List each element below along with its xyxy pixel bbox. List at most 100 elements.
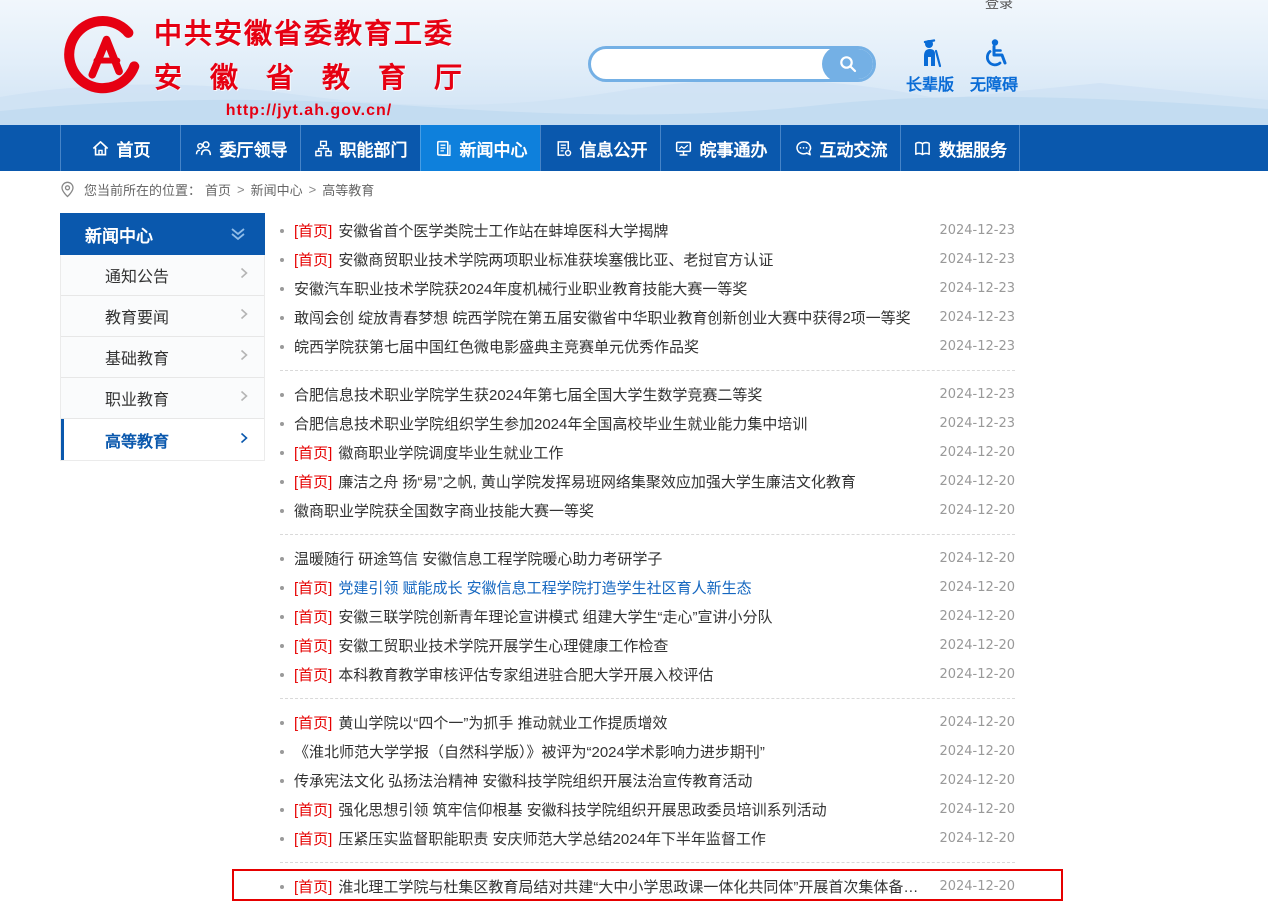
sidebar-item-5[interactable]: 高等教育 — [61, 419, 264, 460]
news-title-link[interactable]: 强化思想引领 筑牢信仰根基 安徽科技学院组织开展思政委员培训系列活动 — [338, 799, 826, 820]
homepage-tag: [首页] — [294, 442, 332, 463]
site-logo[interactable]: 中共安徽省委教育工委 安徽省教育厅 http://jyt.ah.gov.cn/ — [62, 12, 464, 120]
news-title-link[interactable]: 安徽商贸职业技术学院两项职业标准获埃塞俄比亚、老挝官方认证 — [338, 249, 773, 270]
homepage-tag: [首页] — [294, 876, 332, 897]
nav-item-6[interactable]: 皖事通办 — [660, 125, 780, 171]
nav-item-4[interactable]: 新闻中心 — [420, 125, 540, 171]
news-date: 2024-12-20 — [921, 879, 1015, 894]
news-row[interactable]: [首页]安徽省首个医学类院士工作站在蚌埠医科大学揭牌2024-12-23 — [280, 216, 1015, 245]
news-title-link[interactable]: 徽商职业学院获全国数字商业技能大赛一等奖 — [294, 500, 594, 521]
nav-item-2[interactable]: 委厅领导 — [180, 125, 300, 171]
news-date: 2024-12-23 — [921, 223, 1015, 238]
chevron-right-icon — [240, 389, 248, 407]
news-row[interactable]: 敢闯会创 绽放青春梦想 皖西学院在第五届安徽省中华职业教育创新创业大赛中获得2项… — [280, 303, 1015, 332]
news-date: 2024-12-23 — [921, 252, 1015, 267]
news-title-link[interactable]: 淮北理工学院与杜集区教育局结对共建“大中小学思政课一体化共同体”开展首次集体备课… — [338, 876, 921, 897]
nav-item-3[interactable]: 职能部门 — [300, 125, 420, 171]
news-group-4: [首页] 黄山学院以“四个一”为抓手 推动就业工作提质增效 2024-12-20 《淮… — [280, 708, 1015, 863]
bullet-dot — [280, 393, 284, 397]
news-title-link[interactable]: 合肥信息技术职业学院学生获2024年第七届全国大学生数学竞赛二等奖 — [294, 384, 762, 405]
bullet-dot — [280, 586, 284, 590]
sidebar-item-label: 高等教育 — [105, 428, 169, 452]
breadcrumb-higher-education[interactable]: 高等教育 — [322, 180, 374, 199]
news-row[interactable]: 安徽汽车职业技术学院获2024年度机械行业职业教育技能大赛一等奖2024-12-… — [280, 274, 1015, 303]
news-title-link[interactable]: 廉洁之舟 扬“易”之帆, 黄山学院发挥易班网络集聚效应加强大学生廉洁文化教育 — [338, 471, 856, 492]
org-chart-icon — [314, 139, 333, 158]
news-title-link[interactable]: 压紧压实监督职能职责 安庆师范大学总结2024年下半年监督工作 — [338, 828, 766, 849]
news-doc-icon — [434, 139, 453, 158]
main-navigation-bar: 首页委厅领导职能部门新闻中心信息公开 皖事通办互动交流数据服务 — [0, 125, 1268, 171]
news-title-link[interactable]: 党建引领 赋能成长 安徽信息工程学院打造学生社区育人新生态 — [338, 577, 751, 598]
elder-version-button[interactable]: 长辈版 — [898, 38, 962, 95]
news-title-link[interactable]: 《淮北师范大学学报（自然科学版）》被评为“2024学术影响力进步期刊” — [294, 741, 765, 762]
news-date: 2024-12-20 — [921, 580, 1015, 595]
sidebar-item-2[interactable]: 教育要闻 — [61, 296, 264, 337]
news-title-link[interactable]: 安徽工贸职业技术学院开展学生心理健康工作检查 — [338, 635, 668, 656]
search-input[interactable] — [591, 49, 822, 79]
news-title-link[interactable]: 黄山学院以“四个一”为抓手 推动就业工作提质增效 — [338, 712, 667, 733]
bullet-dot — [280, 557, 284, 561]
nav-item-8[interactable]: 数据服务 — [900, 125, 1020, 171]
bullet-dot — [280, 509, 284, 513]
news-row[interactable]: [首页]安徽工贸职业技术学院开展学生心理健康工作检查2024-12-20 — [280, 631, 1015, 660]
news-row[interactable]: [首页]黄山学院以“四个一”为抓手 推动就业工作提质增效2024-12-20 — [280, 708, 1015, 737]
news-row[interactable]: [首页]本科教育教学审核评估专家组进驻合肥大学开展入校评估2024-12-20 — [280, 660, 1015, 689]
news-title-link[interactable]: 传承宪法文化 弘扬法治精神 安徽科技学院组织开展法治宣传教育活动 — [294, 770, 752, 791]
sidebar-item-3[interactable]: 基础教育 — [61, 337, 264, 378]
news-row[interactable]: 合肥信息技术职业学院组织学生参加2024年全国高校毕业生就业能力集中培训2024… — [280, 409, 1015, 438]
nav-menu: 首页委厅领导职能部门新闻中心信息公开 皖事通办互动交流数据服务 — [60, 125, 1020, 171]
chevron-right-icon — [240, 348, 248, 366]
news-row[interactable]: [首页]廉洁之舟 扬“易”之帆, 黄山学院发挥易班网络集聚效应加强大学生廉洁文化… — [280, 467, 1015, 496]
news-row[interactable]: [首页]强化思想引领 筑牢信仰根基 安徽科技学院组织开展思政委员培训系列活动20… — [280, 795, 1015, 824]
news-title-link[interactable]: 安徽省首个医学类院士工作站在蚌埠医科大学揭牌 — [338, 220, 668, 241]
sidebar-item-1[interactable]: 通知公告 — [61, 255, 264, 296]
news-row[interactable]: 徽商职业学院获全国数字商业技能大赛一等奖2024-12-20 — [280, 496, 1015, 525]
news-group-3: 温暖随行 研途笃信 安徽信息工程学院暖心助力考研学子2024-12-20[首页]… — [280, 544, 1015, 699]
news-date: 2024-12-20 — [921, 715, 1015, 730]
news-date: 2024-12-20 — [921, 474, 1015, 489]
news-row[interactable]: 《淮北师范大学学报（自然科学版）》被评为“2024学术影响力进步期刊”2024-… — [280, 737, 1015, 766]
sidebar-item-4[interactable]: 职业教育 — [61, 378, 264, 419]
bullet-dot — [280, 316, 284, 320]
sidebar-header-news-center[interactable]: 新闻中心 — [60, 213, 265, 255]
accessibility-button[interactable]: 无障碍 — [962, 38, 1026, 95]
news-row[interactable]: [首页]安徽商贸职业技术学院两项职业标准获埃塞俄比亚、老挝官方认证2024-12… — [280, 245, 1015, 274]
login-link[interactable]: 登录 — [985, 0, 1013, 13]
news-title-link[interactable]: 安徽汽车职业技术学院获2024年度机械行业职业教育技能大赛一等奖 — [294, 278, 747, 299]
news-row[interactable]: 皖西学院获第七届中国红色微电影盛典主竞赛单元优秀作品奖2024-12-23 — [280, 332, 1015, 361]
news-date: 2024-12-20 — [921, 802, 1015, 817]
breadcrumb-news-center[interactable]: 新闻中心 — [251, 180, 303, 199]
news-title-link[interactable]: 合肥信息技术职业学院组织学生参加2024年全国高校毕业生就业能力集中培训 — [294, 413, 807, 434]
news-row[interactable]: [首页]压紧压实监督职能职责 安庆师范大学总结2024年下半年监督工作2024-… — [280, 824, 1015, 853]
nav-item-label: 皖事通办 — [700, 136, 768, 161]
news-row[interactable]: [首页]安徽三联学院创新青年理论宣讲模式 组建大学生“走心”宣讲小分队2024-… — [280, 602, 1015, 631]
breadcrumb-prefix: 您当前所在的位置： — [84, 180, 201, 199]
news-title-link[interactable]: 安徽三联学院创新青年理论宣讲模式 组建大学生“走心”宣讲小分队 — [338, 606, 772, 627]
breadcrumb-home[interactable]: 首页 — [205, 180, 231, 199]
news-row[interactable]: 温暖随行 研途笃信 安徽信息工程学院暖心助力考研学子2024-12-20 — [280, 544, 1015, 573]
elder-version-label: 长辈版 — [898, 71, 962, 95]
news-title-link[interactable]: 敢闯会创 绽放青春梦想 皖西学院在第五届安徽省中华职业教育创新创业大赛中获得2项… — [294, 307, 911, 328]
news-row[interactable]: [首页]党建引领 赋能成长 安徽信息工程学院打造学生社区育人新生态2024-12… — [280, 573, 1015, 602]
search-button[interactable] — [822, 46, 874, 82]
news-title-link[interactable]: 徽商职业学院调度毕业生就业工作 — [338, 442, 563, 463]
nav-item-5[interactable]: 信息公开 — [540, 125, 660, 171]
news-title-link[interactable]: 温暖随行 研途笃信 安徽信息工程学院暖心助力考研学子 — [294, 548, 662, 569]
news-row[interactable]: 合肥信息技术职业学院学生获2024年第七届全国大学生数学竞赛二等奖 2024-12… — [280, 380, 1015, 409]
news-row[interactable]: 传承宪法文化 弘扬法治精神 安徽科技学院组织开展法治宣传教育活动2024-12-… — [280, 766, 1015, 795]
sidebar-item-label: 教育要闻 — [105, 304, 169, 328]
sidebar-items: 通知公告教育要闻基础教育职业教育高等教育 — [60, 255, 265, 461]
nav-item-1[interactable]: 首页 — [60, 125, 180, 171]
breadcrumb-separator: > — [309, 182, 317, 197]
news-title-link[interactable]: 本科教育教学审核评估专家组进驻合肥大学开展入校评估 — [338, 664, 713, 685]
news-row[interactable]: [首页] 淮北理工学院与杜集区教育局结对共建“大中小学思政课一体化共同体”开展首次… — [280, 872, 1015, 901]
news-row[interactable]: [首页]徽商职业学院调度毕业生就业工作2024-12-20 — [280, 438, 1015, 467]
news-title-link[interactable]: 皖西学院获第七届中国红色微电影盛典主竞赛单元优秀作品奖 — [294, 336, 699, 357]
news-date: 2024-12-23 — [921, 387, 1015, 402]
nav-item-7[interactable]: 互动交流 — [780, 125, 900, 171]
homepage-tag: [首页] — [294, 828, 332, 849]
bullet-dot — [280, 721, 284, 725]
breadcrumb-separator: > — [237, 182, 245, 197]
info-doc-icon — [554, 139, 573, 158]
bullet-dot — [280, 422, 284, 426]
